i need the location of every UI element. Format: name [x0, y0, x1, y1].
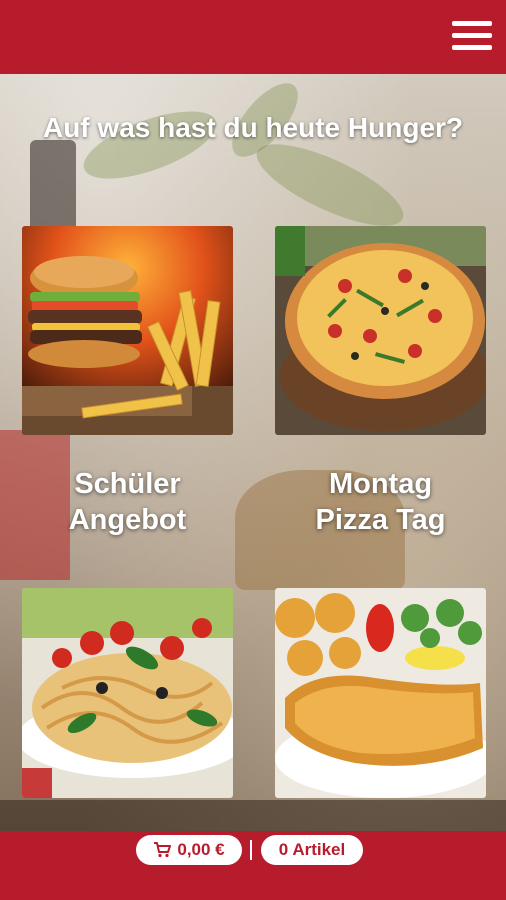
pizza-image [275, 226, 486, 435]
app-header [0, 0, 506, 74]
menu-bar [452, 33, 492, 38]
page-title: Auf was hast du heute Hunger? [42, 112, 464, 143]
pasta-image [22, 588, 233, 798]
bg-table [0, 800, 506, 834]
cart-icon [154, 842, 172, 858]
pasta-tile[interactable] [22, 588, 233, 798]
item-count: 0 Artikel [278, 840, 346, 859]
hamburger-menu-icon[interactable] [452, 18, 492, 54]
cart-total-button[interactable]: 0,00 € [136, 835, 242, 865]
menu-bar [452, 45, 492, 50]
montag-pizza-tag-label[interactable]: Montag Pizza Tag [275, 466, 486, 538]
schueler-label-line1: Schüler [74, 468, 181, 500]
cart-footer: 0,00 € 0 Artikel [0, 831, 506, 900]
schnitzel-tile[interactable] [275, 588, 486, 798]
montag-label-line2: Pizza Tag [315, 504, 446, 536]
schnitzel-image [275, 588, 486, 798]
cart-total: 0,00 € [177, 840, 225, 859]
burger-and-fries-image [22, 226, 233, 435]
item-count-button[interactable]: 0 Artikel [261, 835, 363, 865]
menu-bar [452, 21, 492, 26]
pizza-tile[interactable] [275, 226, 486, 435]
footer-separator [250, 840, 252, 860]
burger-tile[interactable] [22, 226, 233, 435]
schueler-angebot-label[interactable]: Schüler Angebot [22, 466, 233, 538]
montag-label-line1: Montag [328, 468, 433, 500]
schueler-label-line2: Angebot [68, 504, 187, 536]
